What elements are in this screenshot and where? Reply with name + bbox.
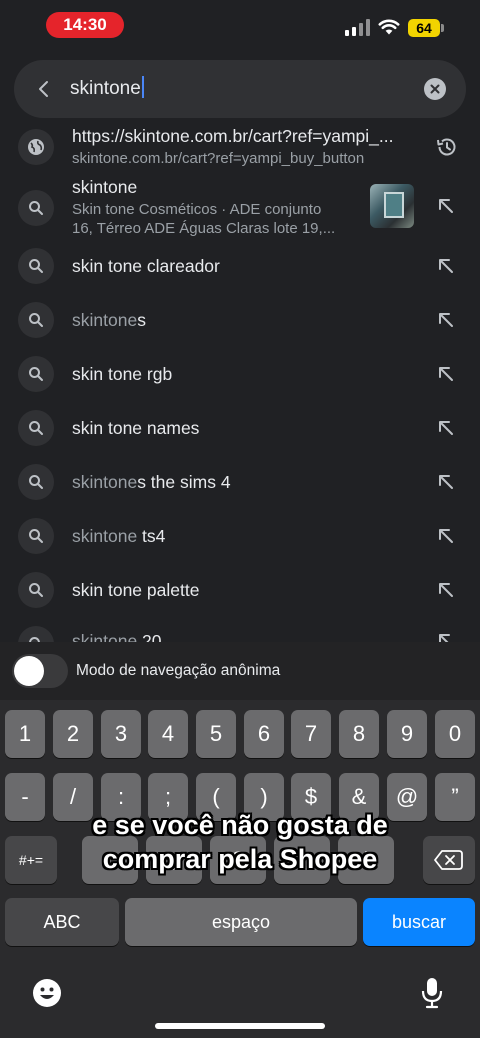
clock-time: 14:30 bbox=[46, 12, 124, 38]
search-icon bbox=[18, 356, 54, 392]
search-icon bbox=[18, 410, 54, 446]
fill-query-arrow-icon[interactable] bbox=[434, 308, 458, 332]
fill-query-arrow-icon[interactable] bbox=[434, 194, 458, 218]
suggestion-subtitle-line1: Skin tone Cosméticos · ADE conjunto bbox=[72, 201, 322, 218]
key-6[interactable]: 6 bbox=[244, 710, 284, 758]
battery-tip bbox=[441, 24, 444, 32]
search-icon bbox=[18, 518, 54, 554]
key-8[interactable]: 8 bbox=[339, 710, 379, 758]
suggestion-history-item[interactable]: https://skintone.com.br/cart?ref=yampi_.… bbox=[0, 120, 480, 174]
fill-query-arrow-icon[interactable] bbox=[434, 254, 458, 278]
battery-level: 64 bbox=[408, 19, 440, 37]
suggestion-title: https://skintone.com.br/cart?ref=yampi_.… bbox=[72, 126, 394, 146]
text-cursor bbox=[141, 76, 144, 98]
suggestion-item[interactable]: skin tone clareador bbox=[0, 240, 480, 294]
incognito-row: Modo de navegação anônima bbox=[0, 642, 480, 700]
caption-line-1: e se você não gosta de bbox=[92, 810, 388, 840]
suggestion-list: https://skintone.com.br/cart?ref=yampi_.… bbox=[0, 120, 480, 642]
key-1[interactable]: 1 bbox=[5, 710, 45, 758]
suggestion-title: skintones bbox=[72, 310, 146, 330]
incognito-toggle[interactable] bbox=[12, 654, 68, 688]
key-abc[interactable]: ABC bbox=[5, 898, 119, 946]
video-caption: e se você não gosta de comprar pela Shop… bbox=[0, 808, 480, 876]
search-icon bbox=[18, 190, 54, 226]
suggestion-item[interactable]: skintone ts4 bbox=[0, 510, 480, 564]
suggestion-title: skin tone names bbox=[72, 418, 200, 438]
caption-line-2: comprar pela Shopee bbox=[102, 844, 378, 874]
search-go-key[interactable]: buscar bbox=[363, 898, 475, 946]
suggestion-title: skintone 20 bbox=[72, 631, 162, 642]
search-query-text: skintone bbox=[70, 78, 141, 99]
key-4[interactable]: 4 bbox=[148, 710, 188, 758]
home-indicator bbox=[155, 1023, 325, 1029]
clear-input-icon[interactable] bbox=[424, 78, 446, 100]
key-9[interactable]: 9 bbox=[387, 710, 427, 758]
search-icon bbox=[18, 302, 54, 338]
key-7[interactable]: 7 bbox=[291, 710, 331, 758]
search-input[interactable]: skintone bbox=[70, 75, 144, 103]
microphone-icon[interactable] bbox=[420, 976, 444, 1010]
suggestion-item[interactable]: skin tone rgb bbox=[0, 348, 480, 402]
fill-query-arrow-icon[interactable] bbox=[434, 416, 458, 440]
suggestion-item[interactable]: skin tone names bbox=[0, 402, 480, 456]
search-bar[interactable]: skintone bbox=[14, 60, 466, 118]
toggle-knob bbox=[14, 656, 44, 686]
suggestion-item[interactable]: skintones bbox=[0, 294, 480, 348]
suggestion-item[interactable]: skintones the sims 4 bbox=[0, 456, 480, 510]
search-icon bbox=[18, 572, 54, 608]
cellular-signal-icon bbox=[345, 19, 371, 36]
emoji-icon[interactable] bbox=[32, 978, 62, 1008]
globe-icon bbox=[18, 129, 54, 165]
suggestion-item[interactable]: skintone 20 bbox=[0, 618, 480, 642]
history-icon[interactable] bbox=[435, 135, 459, 159]
place-thumbnail bbox=[370, 184, 414, 228]
suggestion-subtitle: skintone.com.br/cart?ref=yampi_buy_butto… bbox=[72, 150, 365, 167]
fill-query-arrow-icon[interactable] bbox=[434, 362, 458, 386]
key-0[interactable]: 0 bbox=[435, 710, 475, 758]
search-icon bbox=[18, 464, 54, 500]
wifi-icon bbox=[378, 19, 400, 35]
key-5[interactable]: 5 bbox=[196, 710, 236, 758]
incognito-label: Modo de navegação anônima bbox=[76, 662, 281, 679]
status-bar: 14:30 64 bbox=[0, 0, 480, 52]
suggestion-entity-item[interactable]: skintone Skin tone Cosméticos · ADE conj… bbox=[0, 174, 480, 240]
suggestion-title: skin tone palette bbox=[72, 580, 200, 600]
fill-query-arrow-icon[interactable] bbox=[434, 470, 458, 494]
key-2[interactable]: 2 bbox=[53, 710, 93, 758]
suggestion-subtitle-line2: 16, Térreo ADE Águas Claras lote 19,... bbox=[72, 220, 336, 237]
search-icon bbox=[18, 248, 54, 284]
suggestion-item[interactable]: skin tone palette bbox=[0, 564, 480, 618]
suggestion-title: skintone ts4 bbox=[72, 526, 166, 546]
key-3[interactable]: 3 bbox=[101, 710, 141, 758]
suggestion-title: skintone bbox=[72, 177, 138, 197]
back-arrow-icon[interactable] bbox=[32, 77, 56, 101]
fill-query-arrow-icon[interactable] bbox=[434, 578, 458, 602]
suggestion-title: skin tone rgb bbox=[72, 364, 173, 384]
search-icon bbox=[18, 626, 54, 642]
suggestion-title: skin tone clareador bbox=[72, 256, 220, 276]
fill-query-arrow-icon[interactable] bbox=[434, 629, 458, 642]
suggestion-title: skintones the sims 4 bbox=[72, 472, 231, 492]
space-key[interactable]: espaço bbox=[125, 898, 357, 946]
fill-query-arrow-icon[interactable] bbox=[434, 524, 458, 548]
